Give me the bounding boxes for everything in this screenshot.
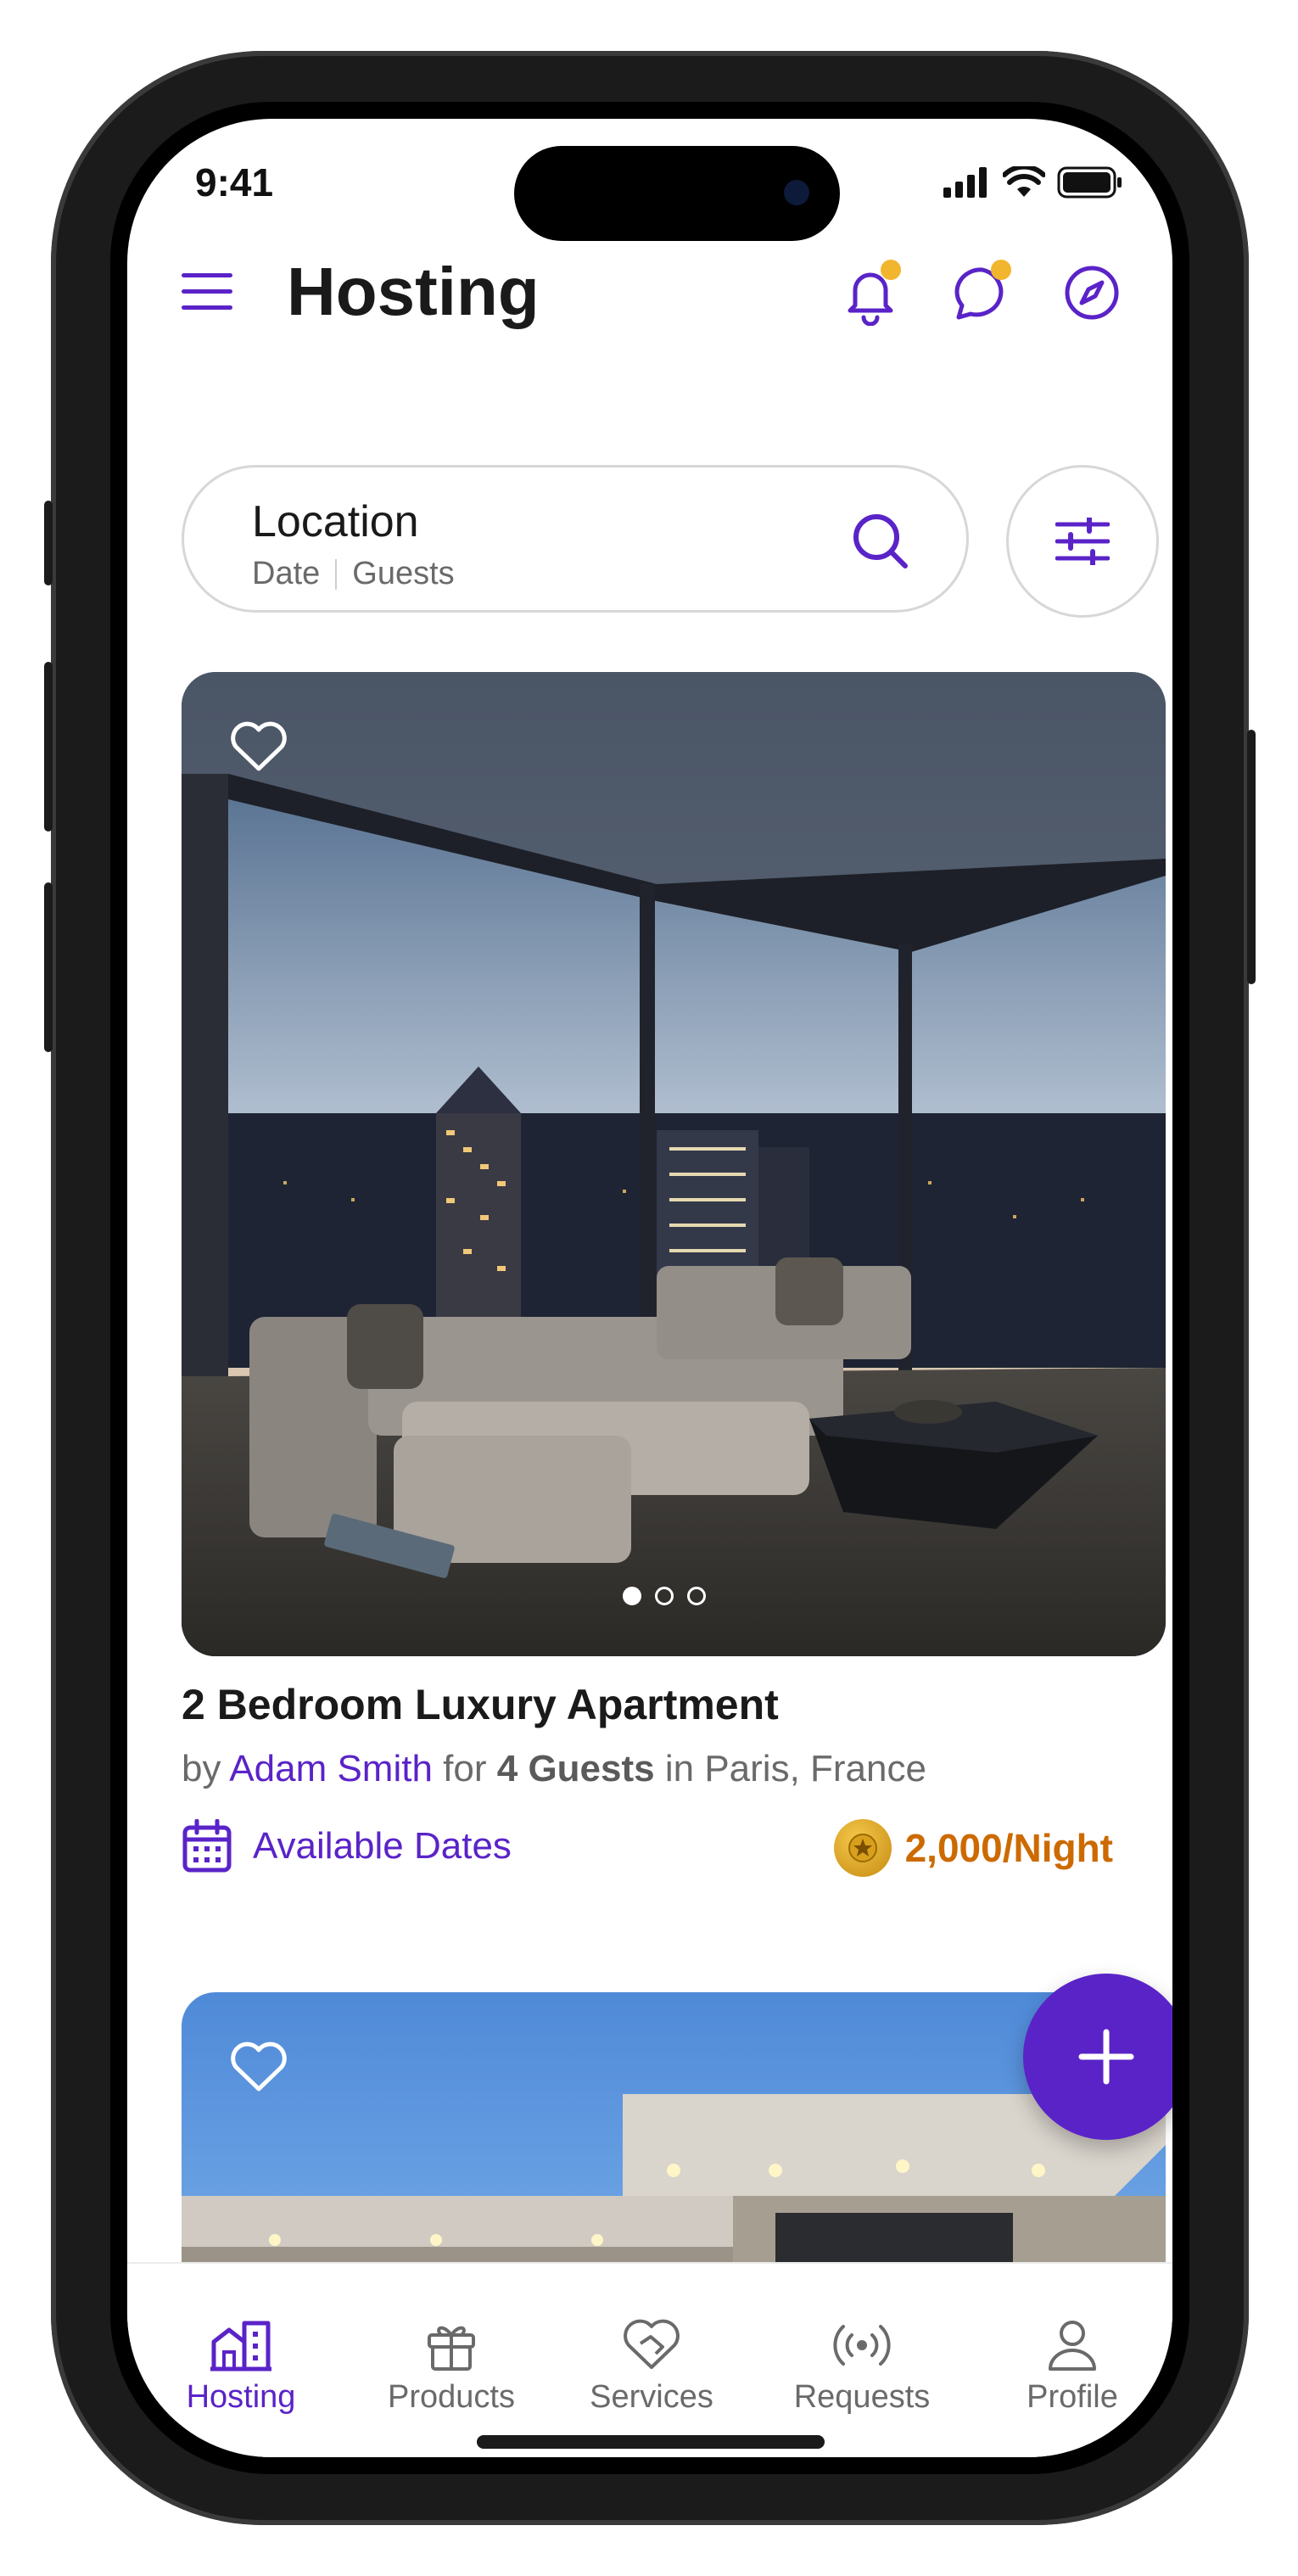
power-button	[1247, 730, 1256, 984]
listing-image[interactable]	[182, 672, 1166, 1656]
search-subfields: Date Guests	[252, 556, 455, 592]
sliders-icon	[1055, 518, 1110, 565]
action-button	[44, 501, 53, 585]
search-bar[interactable]: Location Date Guests	[182, 465, 969, 613]
search-guests-field[interactable]: Guests	[352, 556, 454, 592]
filter-button[interactable]	[1006, 465, 1159, 618]
battery-icon	[1057, 166, 1122, 199]
tab-products-label: Products	[388, 2379, 515, 2415]
app-screen: 9:41 Hosting Location Date Guests 2 Bedr…	[127, 119, 1172, 2457]
tab-services[interactable]: Services	[558, 2311, 745, 2416]
notifications-button[interactable]	[843, 260, 901, 327]
message-badge	[991, 260, 1011, 280]
heart-handshake-icon	[624, 2319, 680, 2369]
search-date-field[interactable]: Date	[252, 556, 320, 592]
listing-details: by Adam Smith for 4 Guests in Paris, Fra…	[182, 1748, 926, 1790]
status-icons	[943, 166, 1123, 199]
carousel-dot-1[interactable]	[623, 1587, 641, 1605]
search-divider	[335, 558, 338, 590]
dynamic-island	[514, 146, 840, 241]
page-title: Hosting	[287, 254, 540, 329]
tab-services-label: Services	[590, 2379, 713, 2415]
phone-bezel: 9:41 Hosting Location Date Guests 2 Bedr…	[110, 102, 1189, 2474]
tab-requests[interactable]: Requests	[769, 2311, 955, 2416]
explore-button[interactable]	[1064, 265, 1119, 320]
calendar-icon	[182, 1819, 232, 1873]
gift-icon	[428, 2326, 475, 2371]
tab-profile-label: Profile	[1027, 2379, 1118, 2415]
price-per-night: 2,000/Night	[904, 1826, 1113, 1870]
notification-badge	[881, 260, 901, 280]
tab-hosting-label: Hosting	[186, 2379, 296, 2415]
compass-icon	[1065, 266, 1119, 320]
favorite-heart-icon-2[interactable]	[229, 2040, 288, 2092]
search-location-field[interactable]: Location	[252, 496, 419, 547]
listing-for-label: for	[443, 1748, 487, 1789]
app-header: Hosting	[182, 244, 1119, 339]
buildings-icon	[210, 2321, 271, 2372]
volume-down-button	[44, 882, 53, 1052]
tab-requests-label: Requests	[793, 2379, 931, 2415]
user-icon	[1049, 2321, 1096, 2371]
cellular-signal-icon	[943, 167, 987, 198]
available-dates-label: Available Dates	[253, 1825, 512, 1867]
coin-icon	[833, 1819, 892, 1877]
wifi-icon	[1003, 166, 1045, 197]
status-time: 9:41	[195, 160, 274, 204]
host-link[interactable]: Adam Smith	[229, 1748, 433, 1789]
carousel-indicator	[623, 1587, 706, 1605]
plus-icon	[1078, 2029, 1134, 2085]
listing-by-label: by	[182, 1748, 221, 1789]
tab-profile[interactable]: Profile	[979, 2311, 1166, 2416]
broadcast-icon	[833, 2325, 891, 2366]
bottom-tab-bar: Hosting Products Services Requests Profi…	[127, 2262, 1172, 2457]
header-actions	[843, 260, 1119, 327]
listing-price: 2,000/Night	[833, 1819, 1113, 1877]
phone-frame: 9:41 Hosting Location Date Guests 2 Bedr…	[44, 51, 1256, 2525]
camera-icon	[784, 180, 809, 205]
favorite-heart-icon[interactable]	[229, 720, 288, 772]
messages-button[interactable]	[954, 260, 1011, 320]
apartment-photo	[182, 672, 1166, 1656]
search-icon[interactable]	[851, 512, 910, 571]
carousel-dot-2[interactable]	[655, 1587, 674, 1605]
available-dates-link[interactable]: Available Dates	[182, 1819, 512, 1873]
carousel-dot-3[interactable]	[687, 1587, 706, 1605]
listing-title[interactable]: 2 Bedroom Luxury Apartment	[182, 1680, 779, 1729]
home-indicator[interactable]	[477, 2435, 825, 2449]
menu-icon[interactable]	[182, 272, 234, 312]
guest-count: 4 Guests	[496, 1748, 655, 1789]
tab-hosting[interactable]: Hosting	[148, 2311, 334, 2416]
listing-location: in Paris, France	[664, 1748, 926, 1789]
star-icon	[848, 1834, 877, 1862]
volume-up-button	[44, 662, 53, 832]
tab-products[interactable]: Products	[358, 2311, 545, 2416]
